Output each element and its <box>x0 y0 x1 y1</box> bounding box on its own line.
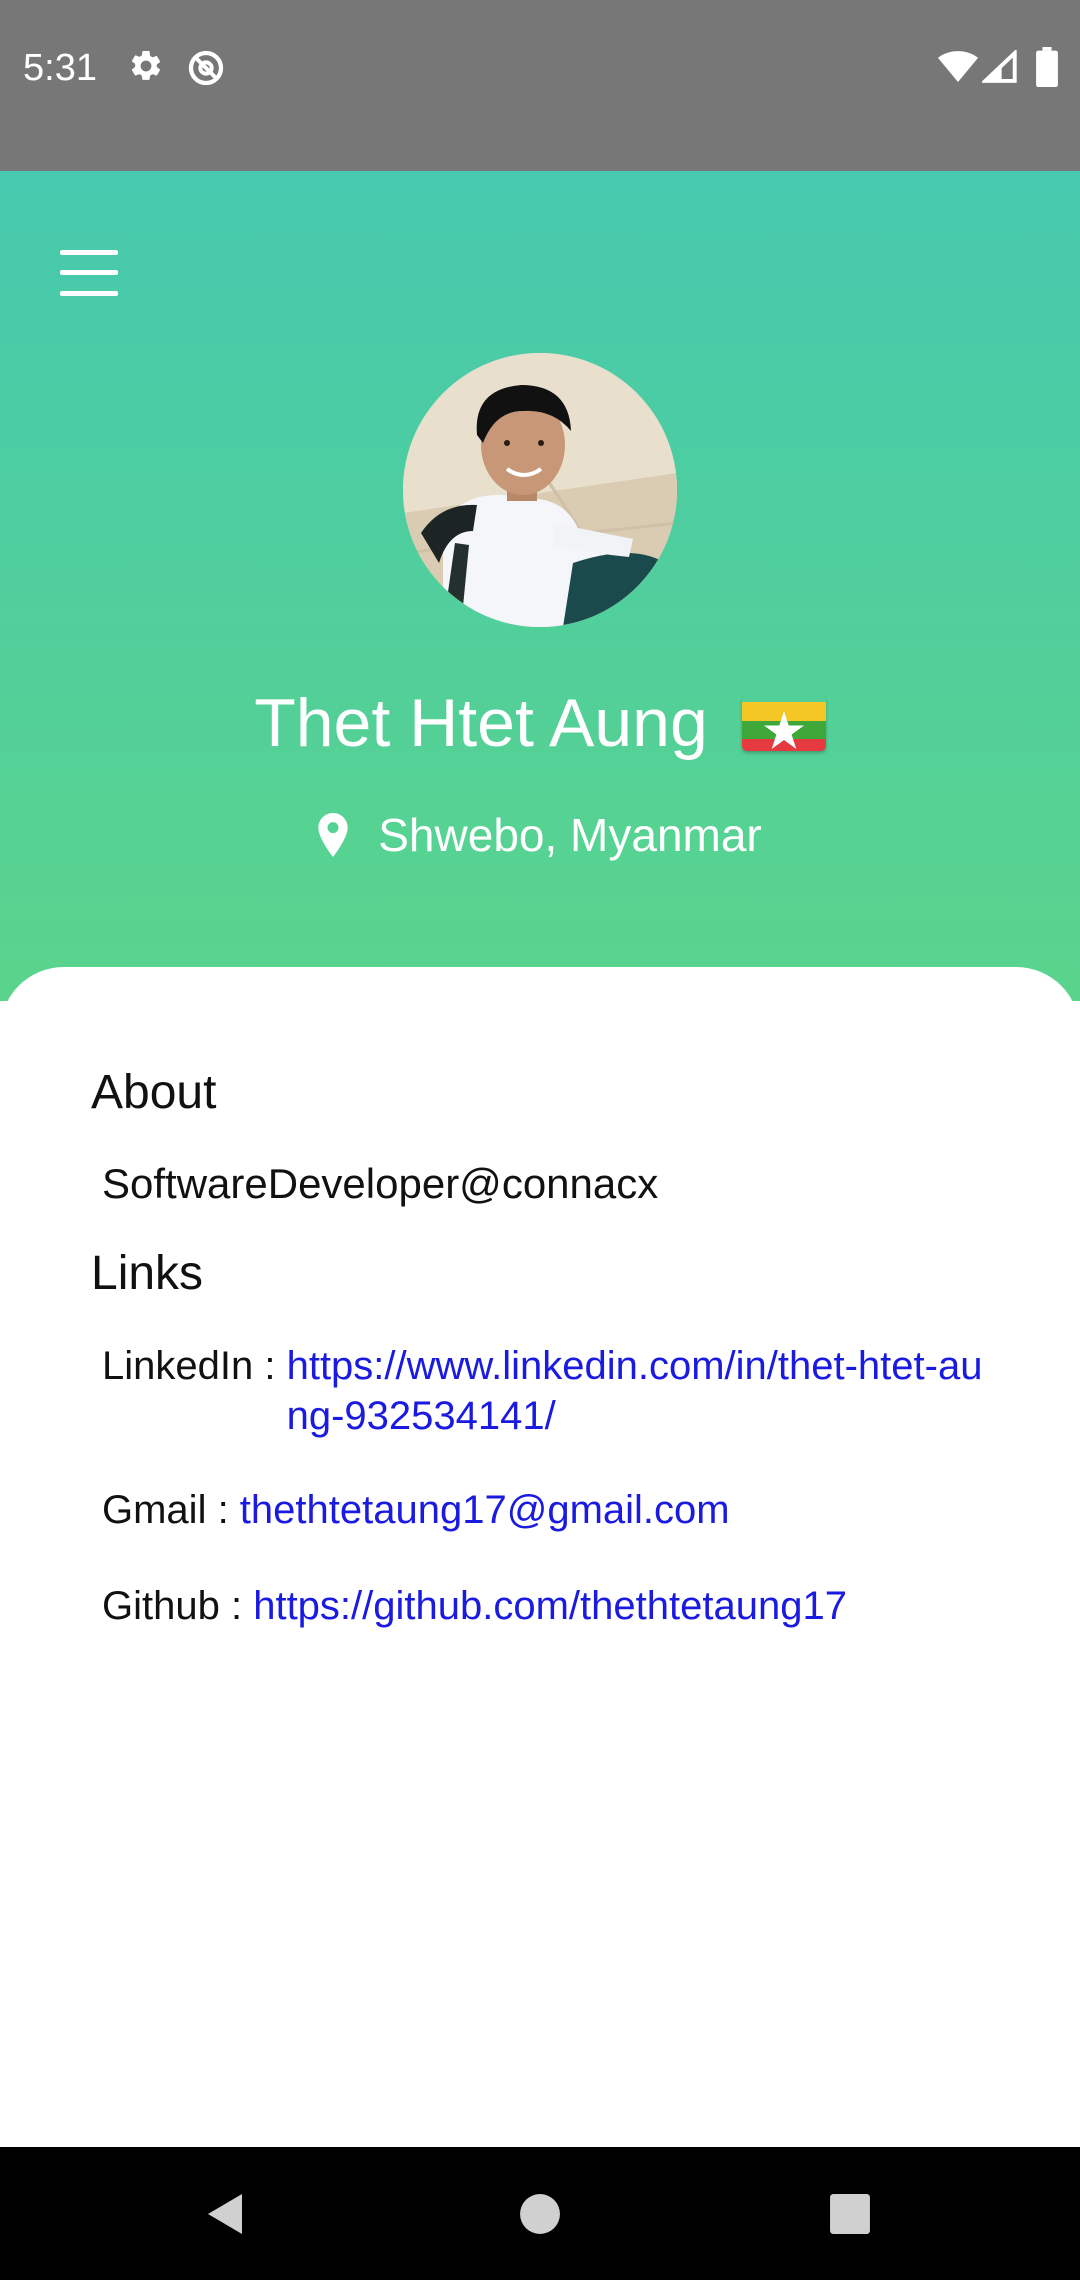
back-icon[interactable] <box>146 2147 306 2280</box>
github-row: Github : https://github.com/thethtetaung… <box>102 1581 847 1631</box>
about-title: About <box>91 1066 217 1119</box>
profile-name: Thet Htet Aung <box>254 685 708 761</box>
cell-signal-icon <box>982 50 1017 83</box>
profile-name-row: Thet Htet Aung <box>0 683 1080 763</box>
github-label: Github : <box>102 1584 254 1628</box>
hamburger-menu-icon[interactable] <box>46 233 134 313</box>
battery-icon <box>1036 47 1058 87</box>
myanmar-flag-icon <box>741 695 826 751</box>
github-link[interactable]: https://github.com/thethtetaung17 <box>253 1581 847 1631</box>
location-pin-icon <box>318 813 348 857</box>
status-bar: 5:31 <box>0 0 1080 171</box>
profile-details-card: About SoftwareDeveloper@connacx Links Li… <box>0 967 1080 2147</box>
gmail-link[interactable]: thethtetaung17@gmail.com <box>240 1485 730 1535</box>
profile-header: Thet Htet Aung Shwebo, Myanmar <box>0 171 1080 1001</box>
navigation-bar <box>0 2147 1080 2280</box>
linkedin-row: LinkedIn : https://www.linkedin.com/in/t… <box>102 1341 987 1441</box>
linkedin-label: LinkedIn : <box>102 1344 287 1388</box>
links-title: Links <box>91 1247 204 1300</box>
home-icon[interactable] <box>460 2147 620 2280</box>
recents-icon[interactable] <box>770 2147 930 2280</box>
avatar <box>403 353 677 627</box>
about-text: SoftwareDeveloper@connacx <box>102 1160 659 1207</box>
gmail-label: Gmail : <box>102 1488 240 1532</box>
location-text: Shwebo, Myanmar <box>378 809 762 861</box>
do-not-disturb-icon <box>188 50 224 86</box>
gmail-row: Gmail : thethtetaung17@gmail.com <box>102 1485 730 1535</box>
wifi-icon <box>938 51 978 82</box>
settings-icon <box>131 50 161 80</box>
location-row: Shwebo, Myanmar <box>0 807 1080 863</box>
status-time: 5:31 <box>23 47 97 89</box>
linkedin-link[interactable]: https://www.linkedin.com/in/thet-htet-au… <box>287 1341 987 1441</box>
